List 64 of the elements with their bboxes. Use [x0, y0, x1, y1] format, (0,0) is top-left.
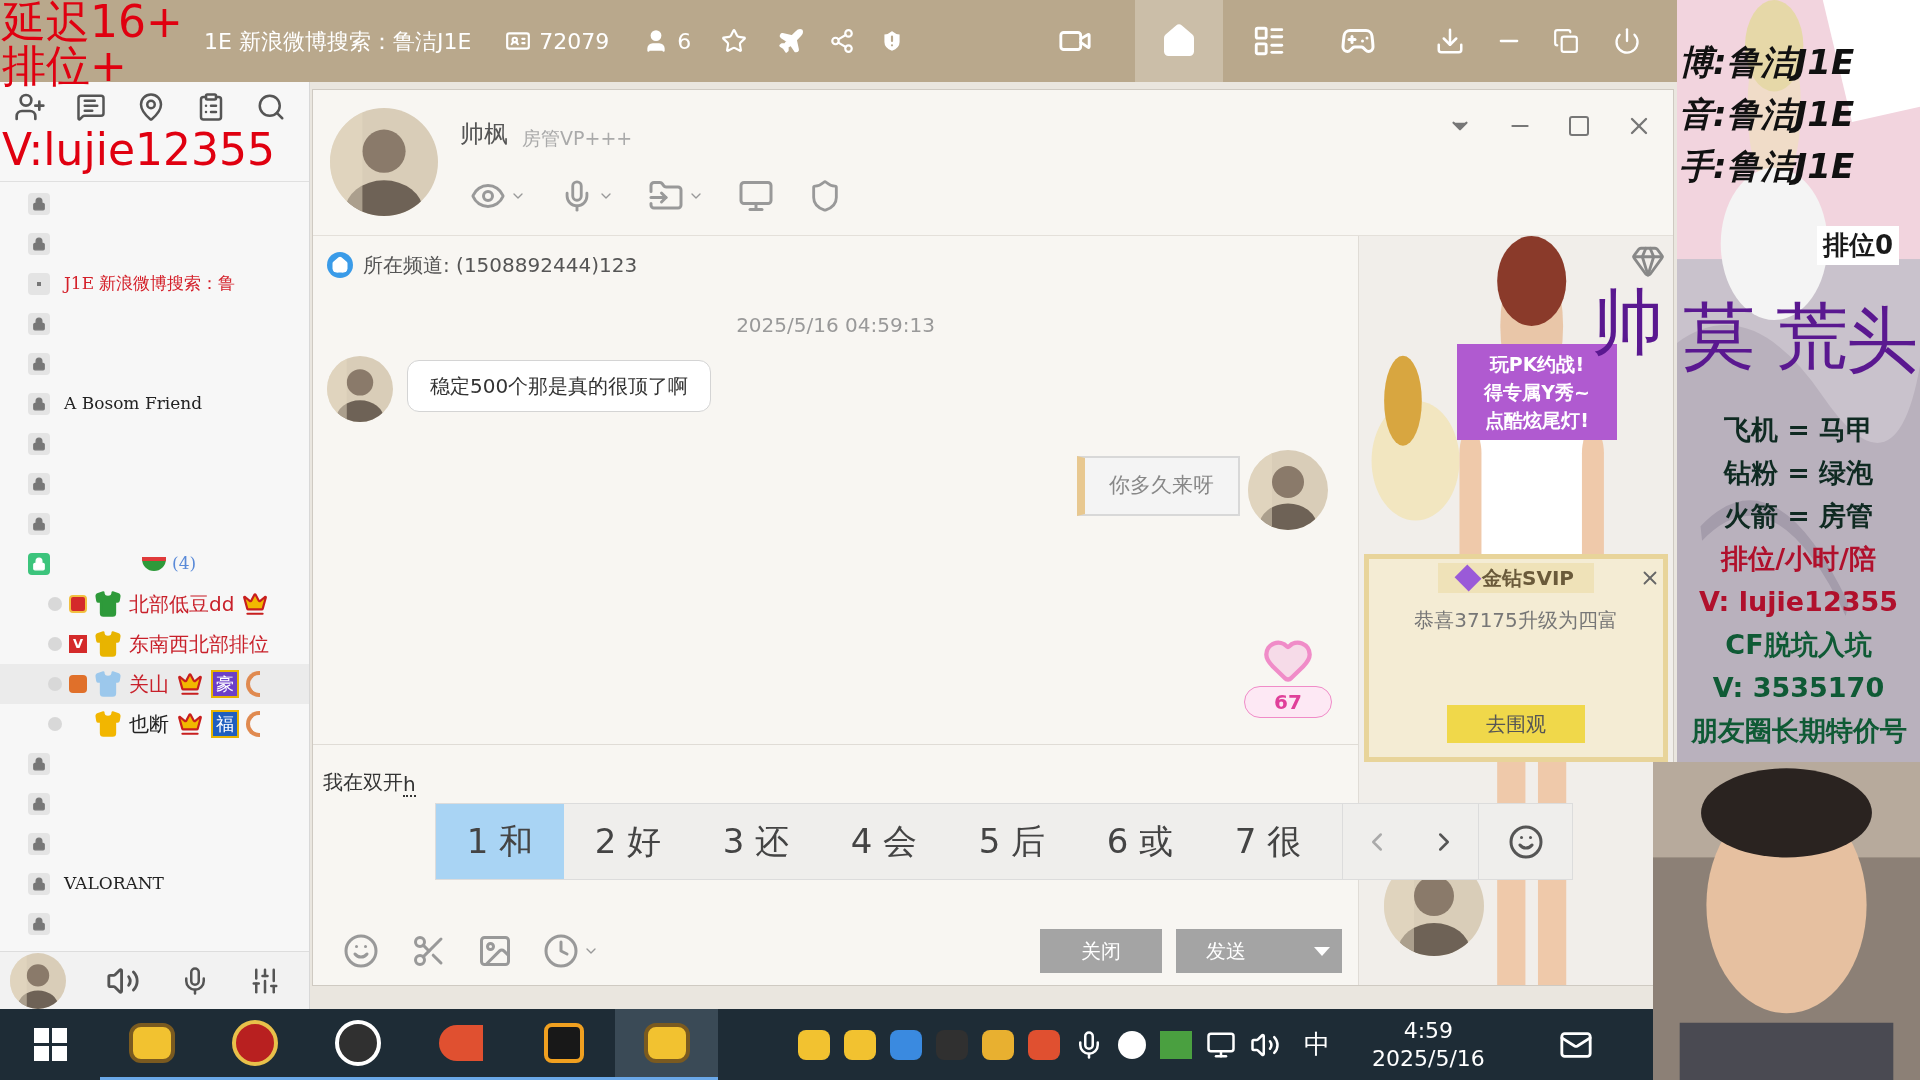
channel-info: 所在频道: (1508892444)123: [363, 252, 638, 279]
power-icon[interactable]: [1613, 27, 1642, 55]
ime-candidate[interactable]: 5 后: [948, 804, 1076, 879]
tray-icon[interactable]: [1118, 1030, 1146, 1059]
crown-icon: [241, 591, 270, 617]
room-title: 1E 新浪微博搜索：鲁洁J1E: [204, 27, 472, 56]
contact-role: 房管VP+++: [522, 125, 633, 151]
user-name: 北部低豆dd: [129, 591, 235, 618]
add-user-icon[interactable]: [14, 91, 46, 123]
download-icon[interactable]: [1435, 26, 1466, 56]
vip-badge: V: [69, 635, 87, 653]
watermelon-icon: [142, 557, 166, 571]
user-name: 关山: [129, 671, 169, 698]
tray-icon[interactable]: [844, 1029, 876, 1060]
ime-candidate[interactable]: 7 很: [1204, 804, 1332, 879]
maximize-icon[interactable]: [1567, 114, 1591, 138]
user-row[interactable]: 关山 豪: [0, 664, 309, 704]
like-count: 67: [1244, 686, 1332, 718]
ime-candidate[interactable]: 6 或: [1076, 804, 1204, 879]
ring-icon: [246, 711, 260, 737]
ime-candidate[interactable]: 2 好: [564, 804, 692, 879]
crown-icon: [176, 671, 204, 697]
message-icon[interactable]: [76, 92, 106, 122]
clock-icon: [543, 933, 579, 969]
user-name: 东南西北部排位: [129, 631, 269, 658]
crown-icon: [176, 711, 204, 737]
ime-candidate[interactable]: 1 和: [436, 804, 564, 879]
image-icon[interactable]: [477, 933, 513, 969]
room-id: 72079: [539, 27, 610, 56]
ring-icon: [246, 671, 260, 697]
share-icon[interactable]: [829, 28, 856, 54]
level-badge-icon: [69, 675, 87, 693]
ime-indicator[interactable]: 中: [1304, 1025, 1330, 1064]
overlay-text: 排位+: [2, 44, 127, 88]
member-count: (4): [172, 552, 197, 576]
online-count: 6: [677, 27, 692, 56]
message-bubble: 稳定500个那是真的很顶了啊: [407, 360, 712, 412]
contact-name: 帅枫: [460, 119, 508, 150]
clock[interactable]: 4:59 2025/5/16: [1372, 1016, 1485, 1073]
tag: 福: [211, 710, 239, 738]
plane-icon[interactable]: [777, 27, 806, 55]
star-icon[interactable]: [721, 28, 748, 54]
overlay-text: 延迟16+: [2, 0, 183, 44]
overlay-text: V:lujie12355: [2, 128, 275, 172]
tray-icon[interactable]: [798, 1029, 830, 1060]
ime-candidate[interactable]: 3 还: [692, 804, 820, 879]
message-time: 2025/5/16 04:59:13: [736, 312, 935, 339]
level-badge-icon: [69, 595, 87, 613]
tag: 豪: [211, 670, 239, 698]
restore-icon[interactable]: [1553, 28, 1580, 54]
room-name[interactable]: VALORANT: [64, 871, 164, 897]
room-name[interactable]: J1E 新浪微博搜索：鲁: [64, 271, 236, 297]
message-input[interactable]: 我在双开h: [323, 757, 1358, 797]
ime-candidate[interactable]: 4 会: [820, 804, 948, 879]
tray-icon[interactable]: [982, 1029, 1014, 1060]
user-row[interactable]: 也断 福: [0, 704, 309, 744]
room-name[interactable]: A Bosom Friend: [64, 391, 203, 417]
screen-share-icon[interactable]: [738, 178, 774, 214]
home-icon: [327, 252, 353, 278]
search-icon[interactable]: [256, 92, 286, 122]
user-row[interactable]: 北部低豆dd: [0, 584, 309, 624]
user-name: 也断: [129, 711, 169, 738]
message-bubble: 你多久来呀: [1077, 456, 1240, 516]
user-row[interactable]: V 东南西北部排位: [0, 624, 309, 664]
